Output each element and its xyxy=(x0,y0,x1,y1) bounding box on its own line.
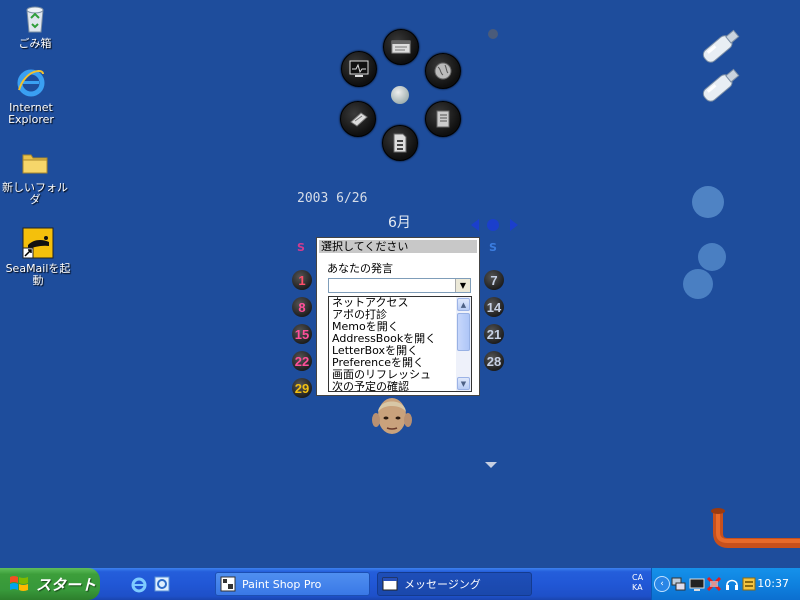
folder-icon xyxy=(19,146,51,178)
next-month-arrow[interactable] xyxy=(510,219,518,231)
desktop-icon-recycle-bin[interactable]: ごみ箱 xyxy=(0,2,70,50)
taskbar: スタート Paint Shop Pro メッセージング CA KA ‹ 10:3… xyxy=(0,568,800,600)
calendar-day-saturday[interactable]: 14 xyxy=(484,297,504,317)
small-dot xyxy=(488,29,498,39)
current-date: 2003 6/26 xyxy=(297,191,368,206)
internet-explorer-icon xyxy=(15,66,47,98)
ime-mode: KA xyxy=(632,583,643,592)
calendar-day-sunday[interactable]: 29 xyxy=(292,378,312,398)
calendar-day-sunday[interactable]: 1 xyxy=(292,270,312,290)
calendar-day-sunday[interactable]: 22 xyxy=(292,351,312,371)
sunday-heading: S xyxy=(297,241,305,254)
list-scrollbar[interactable]: ▲ ▼ xyxy=(456,297,471,391)
monitor-icon xyxy=(349,60,369,77)
ring-center xyxy=(391,86,409,104)
start-label: スタート xyxy=(36,575,97,594)
today-button[interactable] xyxy=(487,219,499,231)
pipe-icon xyxy=(711,508,800,548)
character-avatar[interactable] xyxy=(371,394,413,440)
desktop-icon-new-folder[interactable]: 新しいフォルダ xyxy=(0,146,70,206)
statement-combo[interactable]: ▼ xyxy=(328,278,471,293)
quick-launch xyxy=(130,575,178,593)
saturday-heading: S xyxy=(489,241,497,254)
ring-button-notepad[interactable] xyxy=(340,101,376,137)
list-item[interactable]: ネットアクセス xyxy=(329,297,456,309)
scroll-thumb[interactable] xyxy=(457,313,470,351)
scroll-up-icon[interactable]: ▲ xyxy=(457,298,470,311)
desktop: ごみ箱 Internet Explorer 新しいフォルダ SeaMailを起動… xyxy=(0,0,800,568)
ime-mode: CA xyxy=(632,573,644,582)
window-icon xyxy=(382,577,398,591)
list-item[interactable]: アポの打診 xyxy=(329,309,456,321)
dialog-title: 選択してください xyxy=(319,240,477,253)
list-item[interactable]: 次の予定の確認 xyxy=(329,381,456,391)
task-button-paint-shop-pro[interactable]: Paint Shop Pro xyxy=(215,572,370,596)
selection-dialog: 選択してください あなたの発言 ▼ ネットアクセス アポの打診 Memoを開く … xyxy=(316,237,480,396)
desktop-icon-label: ごみ箱 xyxy=(18,37,52,50)
list-item[interactable]: AddressBookを開く xyxy=(329,333,456,345)
month-label: 6月 xyxy=(388,215,411,231)
bubble xyxy=(692,186,724,218)
paint-shop-pro-icon xyxy=(220,576,236,592)
list-item[interactable]: LetterBoxを開く xyxy=(329,345,456,357)
dialog-prompt: あなたの発言 xyxy=(327,262,393,275)
calendar-day-sunday[interactable]: 8 xyxy=(292,297,312,317)
system-tray: ‹ 10:37 xyxy=(651,568,800,600)
bubble xyxy=(698,243,726,271)
show-hidden-icons-button[interactable]: ‹ xyxy=(654,576,670,592)
options-listbox[interactable]: ネットアクセス アポの打診 Memoを開く AddressBookを開く Let… xyxy=(328,296,472,392)
chevron-down-icon[interactable]: ▼ xyxy=(455,279,470,292)
list-item[interactable]: Preferenceを開く xyxy=(329,357,456,369)
desktop-icon-label: SeaMailを起動 xyxy=(5,262,71,287)
network-icon[interactable] xyxy=(670,576,686,592)
globe-icon xyxy=(434,62,452,80)
ring-button-addressbook[interactable] xyxy=(425,101,461,137)
calendar-day-sunday[interactable]: 15 xyxy=(292,324,312,344)
list-item[interactable]: 画面のリフレッシュ xyxy=(329,369,456,381)
list-item[interactable]: Memoを開く xyxy=(329,321,456,333)
ring-button-monitor[interactable] xyxy=(341,51,377,87)
task-button-messaging[interactable]: メッセージング xyxy=(377,572,532,596)
start-button[interactable]: スタート xyxy=(0,568,100,600)
scroll-down-icon[interactable]: ▼ xyxy=(457,377,470,390)
recycle-bin-icon xyxy=(19,2,51,34)
desktop-icon-internet-explorer[interactable]: Internet Explorer xyxy=(0,66,66,126)
notification-icon[interactable] xyxy=(741,576,757,592)
outlook-express-icon[interactable] xyxy=(154,576,170,592)
browser-window-icon xyxy=(391,40,411,54)
monitor-icon[interactable] xyxy=(689,576,705,592)
desktop-icon-seamail[interactable]: SeaMailを起動 xyxy=(3,227,73,287)
addressbook-icon xyxy=(436,110,450,128)
task-label: Paint Shop Pro xyxy=(242,577,322,591)
desktop-icon-label: 新しいフォルダ xyxy=(2,181,68,206)
task-label: メッセージング xyxy=(404,578,481,591)
seamail-shortcut-icon xyxy=(22,227,54,259)
calendar-day-saturday[interactable]: 7 xyxy=(484,270,504,290)
desktop-icon-label: Internet Explorer xyxy=(8,101,54,126)
document-icon xyxy=(393,133,407,153)
prev-month-arrow[interactable] xyxy=(471,219,479,231)
scroll-down-triangle[interactable] xyxy=(485,462,497,468)
security-alert-icon[interactable] xyxy=(706,576,722,592)
headset-icon[interactable] xyxy=(724,576,740,592)
ring-button-browser[interactable] xyxy=(383,29,419,65)
bottle-icon xyxy=(702,68,740,102)
notepad-icon xyxy=(350,112,368,127)
windows-logo-icon xyxy=(10,576,28,591)
calendar-day-saturday[interactable]: 28 xyxy=(484,351,504,371)
calendar-day-saturday[interactable]: 21 xyxy=(484,324,504,344)
ime-indicator[interactable]: CA KA xyxy=(632,573,643,593)
ring-button-globe[interactable] xyxy=(425,53,461,89)
ring-button-document[interactable] xyxy=(382,125,418,161)
clock[interactable]: 10:37 xyxy=(757,577,789,590)
internet-explorer-icon[interactable] xyxy=(130,575,148,593)
bubble xyxy=(683,269,713,299)
